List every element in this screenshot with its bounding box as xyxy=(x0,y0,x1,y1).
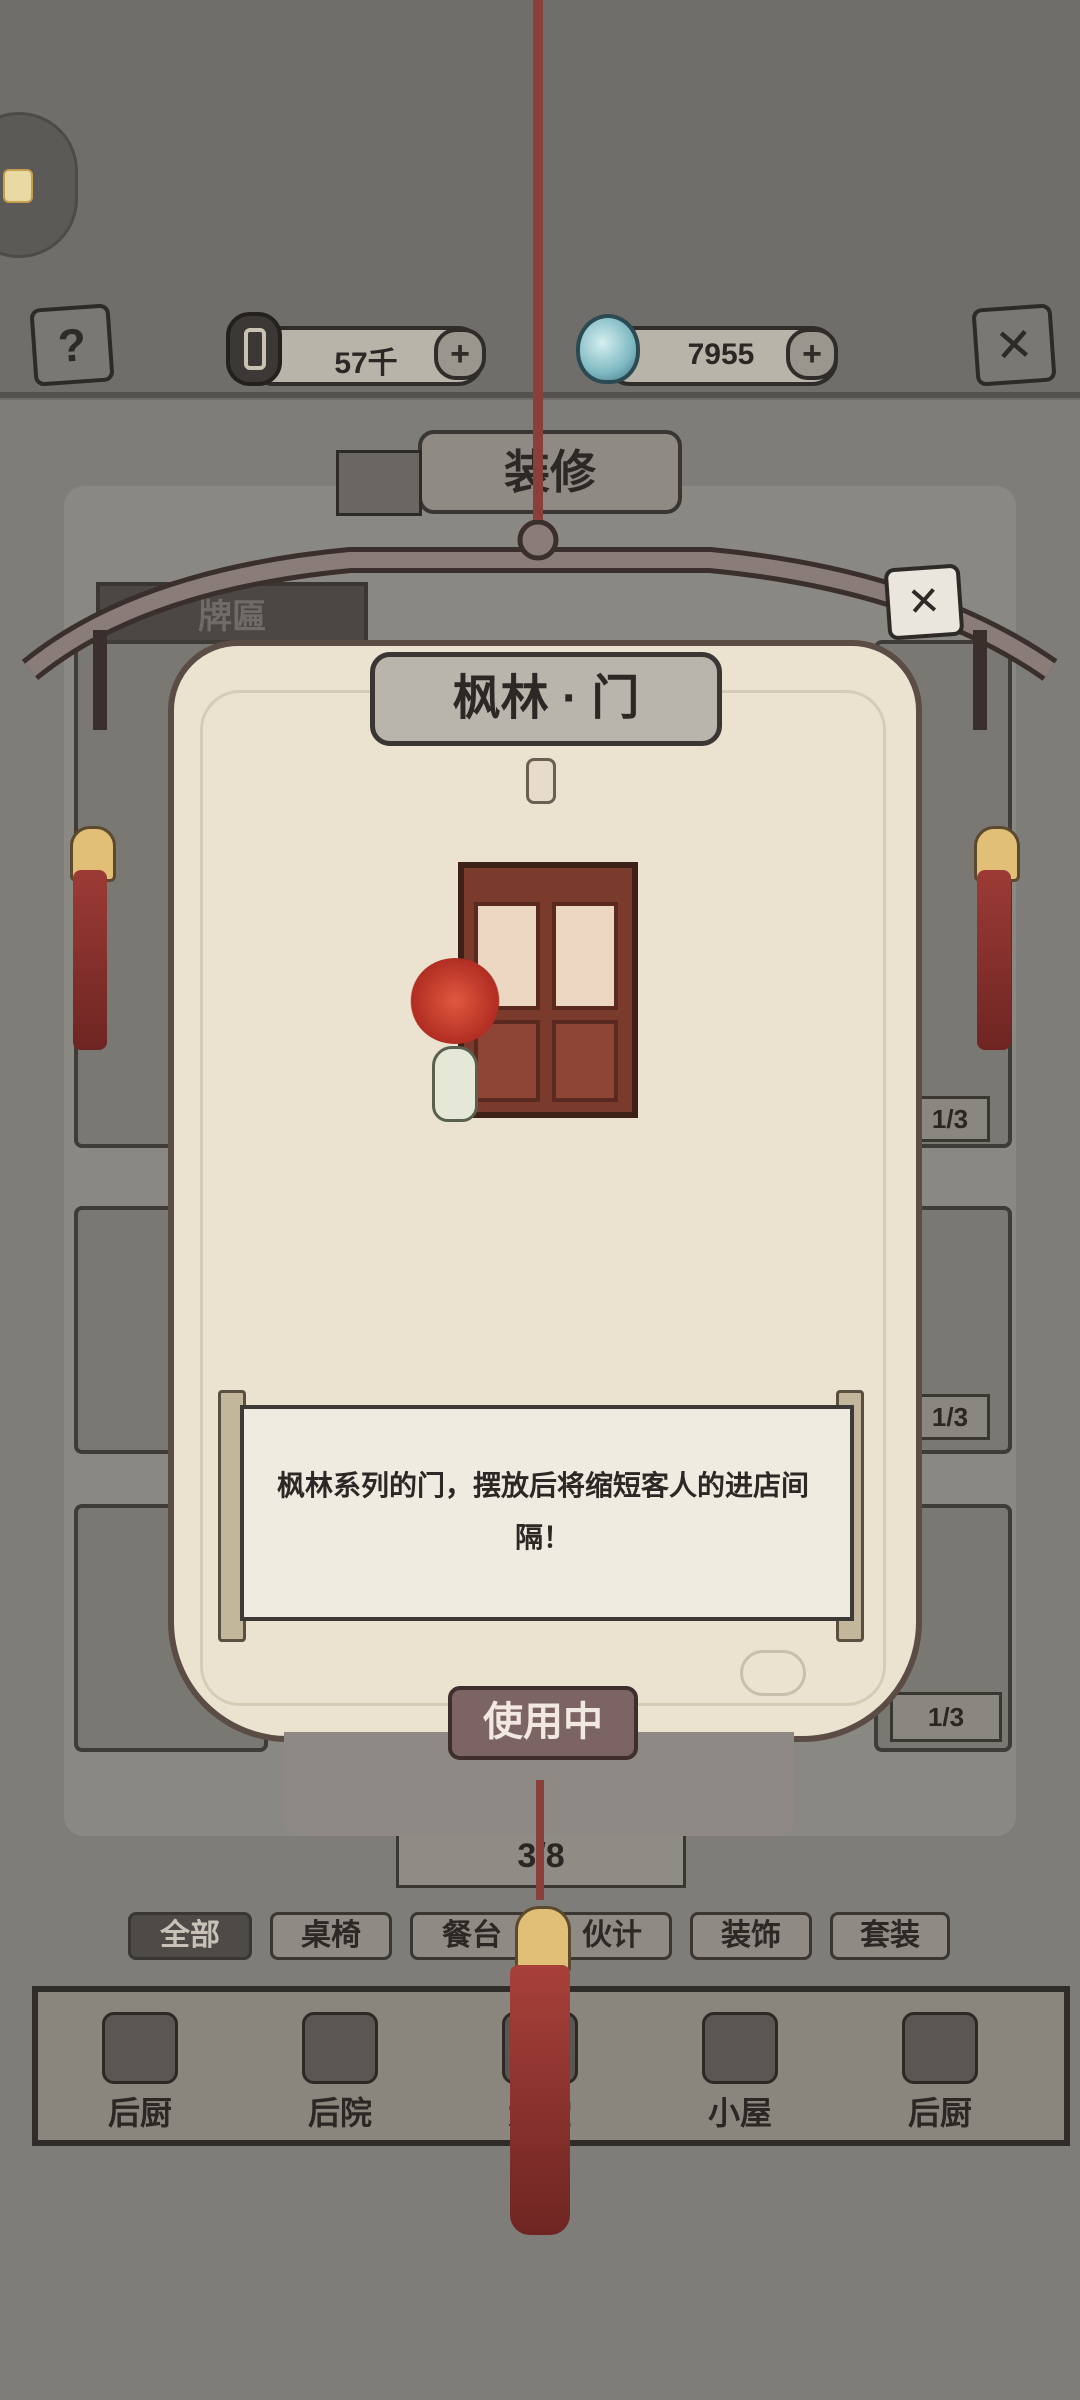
help-button[interactable]: ? xyxy=(29,303,115,387)
nav-item-backyard[interactable]: 后院 xyxy=(280,2000,400,2131)
add-gems-button[interactable]: + xyxy=(786,328,838,380)
backyard-icon xyxy=(302,2012,378,2084)
nav-item-kitchen[interactable]: 后厨 xyxy=(80,2000,200,2131)
card-close-button[interactable]: ✕ xyxy=(883,563,965,641)
kitchen-icon xyxy=(902,2012,978,2084)
item-description: 枫林系列的门，摆放后将缩短客人的进店间隔！ xyxy=(276,1470,809,1553)
tassel xyxy=(977,870,1011,1050)
item-title: 枫林 · 门 xyxy=(370,652,722,746)
nav-item-label: 后院 xyxy=(307,2095,372,2131)
nav-item-kitchen-2[interactable]: 后厨 xyxy=(880,2000,1000,2131)
owned-count: 1/3 xyxy=(910,1096,990,1142)
ticket-icon xyxy=(3,169,33,203)
category-tab-sets[interactable]: 套装 xyxy=(830,1912,950,1960)
in-use-button[interactable]: 使用中 xyxy=(448,1686,638,1760)
close-icon: ✕ xyxy=(905,578,943,626)
jade-gem-icon xyxy=(576,314,640,384)
vase xyxy=(432,1046,478,1122)
cottage-icon xyxy=(702,2012,778,2084)
nav-item-label: 后厨 xyxy=(907,2095,972,2131)
lantern-ornament xyxy=(526,758,556,804)
plus-icon: + xyxy=(450,335,470,373)
owned-count: 1/3 xyxy=(910,1394,990,1440)
door-window-right xyxy=(552,902,618,1010)
category-tab-tables[interactable]: 桌椅 xyxy=(270,1912,392,1960)
tassel xyxy=(73,870,107,1050)
tassel-cap xyxy=(515,1906,571,1974)
add-coins-button[interactable]: + xyxy=(434,328,486,380)
nav-item-label: 小屋 xyxy=(707,2095,772,2131)
table-icon xyxy=(336,450,422,516)
close-icon: ✕ xyxy=(992,317,1036,373)
category-tab-all[interactable]: 全部 xyxy=(128,1912,252,1960)
page-title: 装修 xyxy=(418,430,682,514)
owned-count: 1/3 xyxy=(890,1692,1002,1742)
maple-branch xyxy=(410,958,500,1044)
nav-item-cottage[interactable]: 小屋 xyxy=(680,2000,800,2131)
copper-coin-icon xyxy=(226,312,282,386)
kitchen-icon xyxy=(102,2012,178,2084)
nav-item-label: 后厨 xyxy=(107,2095,172,2131)
hanging-rope xyxy=(533,0,543,520)
tassel-cord xyxy=(536,1780,544,1900)
exit-button[interactable]: ✕ xyxy=(971,303,1057,387)
plus-icon: + xyxy=(802,335,822,373)
category-tab-decor[interactable]: 装饰 xyxy=(690,1912,812,1960)
question-icon: ? xyxy=(56,318,88,372)
teapot-decoration xyxy=(740,1650,806,1696)
door-panel-right xyxy=(552,1020,618,1102)
tassel xyxy=(510,1965,570,2235)
